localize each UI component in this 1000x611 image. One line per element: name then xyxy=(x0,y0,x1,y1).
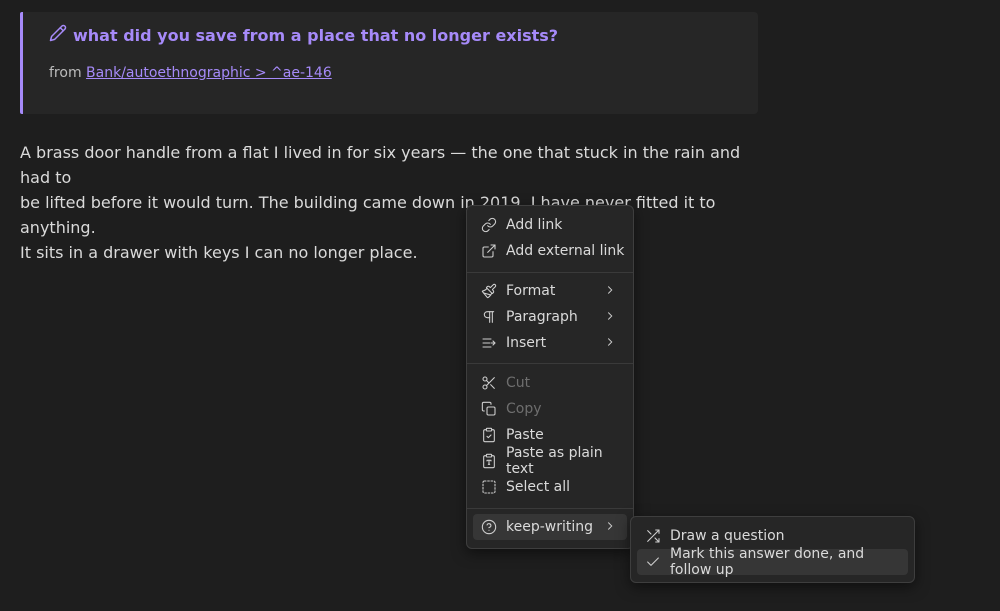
select-all-icon xyxy=(481,479,497,495)
external-link-icon xyxy=(481,243,497,259)
menu-item-label: Add link xyxy=(506,217,563,233)
menu-separator xyxy=(467,272,633,273)
chevron-right-icon xyxy=(603,335,617,349)
menu-item-label: Select all xyxy=(506,479,570,495)
check-icon xyxy=(645,554,661,570)
answer-line: be lifted before it would turn. The buil… xyxy=(20,193,716,237)
chevron-right-icon xyxy=(603,283,617,297)
callout-source: from Bank/autoethnographic > ^ae-146 xyxy=(49,65,332,81)
chevron-right-icon xyxy=(603,309,617,323)
pilcrow-icon xyxy=(481,309,497,325)
menu-item-label: Paragraph xyxy=(506,309,578,325)
callout-title: what did you save from a place that no l… xyxy=(49,24,558,46)
menu-separator xyxy=(467,363,633,364)
menu-item-label: keep-writing xyxy=(506,519,594,535)
answer-line: It sits in a drawer with keys I can no l… xyxy=(20,243,418,262)
shuffle-icon xyxy=(645,528,661,544)
menu-item-copy[interactable]: Copy xyxy=(473,396,627,422)
chevron-right-icon xyxy=(603,519,617,533)
context-menu: Add link Add external link Format Paragr… xyxy=(466,205,634,549)
help-circle-icon xyxy=(481,519,497,535)
menu-item-format[interactable]: Format xyxy=(473,278,627,304)
source-prefix: from xyxy=(49,65,82,81)
menu-item-label: Insert xyxy=(506,335,547,351)
paintbrush-icon xyxy=(481,283,497,299)
answer-text[interactable]: A brass door handle from a flat I lived … xyxy=(20,140,760,265)
menu-item-label: Paste as plain text xyxy=(506,445,603,477)
question-callout: what did you save from a place that no l… xyxy=(20,12,758,114)
source-link[interactable]: Bank/autoethnographic > ^ae-146 xyxy=(86,65,332,81)
keep-writing-submenu: Draw a question Mark this answer done, a… xyxy=(630,516,915,583)
menu-item-label: Mark this answer done, and follow up xyxy=(670,546,865,578)
menu-item-label: Add external link xyxy=(506,243,625,259)
link-icon xyxy=(481,217,497,233)
menu-item-paragraph[interactable]: Paragraph xyxy=(473,304,627,330)
copy-icon xyxy=(481,401,497,417)
menu-item-keep-writing[interactable]: keep-writing xyxy=(473,514,627,540)
callout-title-text: what did you save from a place that no l… xyxy=(73,25,559,45)
menu-item-label: Copy xyxy=(506,401,542,417)
menu-item-insert[interactable]: Insert xyxy=(473,330,627,356)
menu-item-select-all[interactable]: Select all xyxy=(473,474,627,500)
submenu-item-mark-done[interactable]: Mark this answer done, and follow up xyxy=(637,546,908,578)
menu-item-label: Draw a question xyxy=(670,528,785,544)
menu-item-cut[interactable]: Cut xyxy=(473,370,627,396)
clipboard-type-icon xyxy=(481,453,497,469)
pencil-icon xyxy=(49,24,67,46)
insert-icon xyxy=(481,335,497,351)
menu-separator xyxy=(467,508,633,509)
answer-line: A brass door handle from a flat I lived … xyxy=(20,143,741,187)
menu-item-paste-plain[interactable]: Paste as plain text xyxy=(473,445,627,477)
scissors-icon xyxy=(481,375,497,391)
menu-item-label: Format xyxy=(506,283,556,299)
menu-item-label: Cut xyxy=(506,375,531,391)
menu-item-label: Paste xyxy=(506,427,544,443)
clipboard-check-icon xyxy=(481,427,497,443)
menu-item-add-external-link[interactable]: Add external link xyxy=(473,238,627,264)
menu-item-add-link[interactable]: Add link xyxy=(473,212,627,238)
